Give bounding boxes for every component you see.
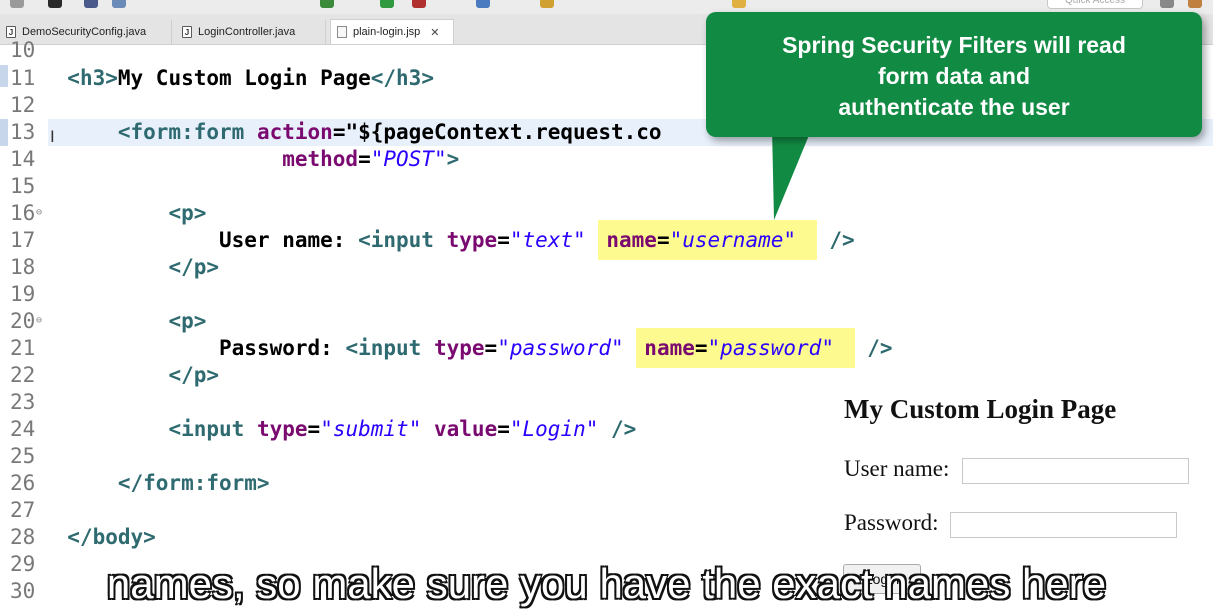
- code-line: 21 Password: <input type="password" name…: [10, 328, 893, 368]
- code-line: 24 <input type="submit" value="Login" />: [10, 417, 637, 441]
- annotation-callout: Spring Security Filters will read form d…: [706, 12, 1202, 137]
- code-line: 25: [10, 444, 36, 468]
- code-line: 13 <form:form action="${pageContext.requ…: [10, 120, 662, 144]
- change-marker: [0, 119, 8, 146]
- code-line: 17 User name: <input type="text" name="u…: [10, 220, 855, 260]
- tab-plain-login-jsp[interactable]: plain-login.jsp ✕: [330, 19, 454, 44]
- search-icon[interactable]: [112, 0, 126, 8]
- tab-label: LoginController.java: [198, 26, 296, 38]
- text-cursor-icon: I: [50, 127, 55, 146]
- debug-icon[interactable]: [320, 0, 334, 8]
- callout-text: Spring Security Filters will read form d…: [782, 32, 1126, 120]
- code-line: 12: [10, 93, 36, 117]
- save-icon[interactable]: [84, 0, 98, 8]
- code-line: 27: [10, 498, 36, 522]
- preview-title: My Custom Login Page: [844, 394, 1117, 424]
- perspective-icon[interactable]: [1160, 0, 1174, 8]
- code-line: 28 </body>: [10, 525, 156, 549]
- fold-toggle-icon[interactable]: ⊖: [36, 207, 42, 218]
- code-line: 14 method="POST">: [10, 147, 460, 171]
- highlight-password-name: name="password": [636, 328, 855, 368]
- close-tab-icon[interactable]: ✕: [430, 26, 439, 39]
- code-line: 23: [10, 390, 36, 414]
- fold-toggle-icon[interactable]: ⊖: [36, 315, 42, 326]
- change-marker: [0, 65, 8, 87]
- server-icon[interactable]: [412, 0, 426, 8]
- username-label: User name:: [844, 456, 950, 481]
- jsp-file-icon: [337, 26, 347, 38]
- tab-label: plain-login.jsp: [353, 26, 421, 38]
- code-line: 22 </p>: [10, 363, 220, 387]
- quick-access-input[interactable]: Quick Access: [1047, 0, 1143, 9]
- code-line: 11 <h3>My Custom Login Page</h3>: [10, 66, 434, 90]
- java-perspective-icon[interactable]: [1188, 0, 1202, 8]
- password-input[interactable]: [950, 512, 1177, 538]
- code-line: 26 </form:form>: [10, 471, 270, 495]
- folder-icon[interactable]: [540, 0, 554, 8]
- toolbar-icon[interactable]: [10, 0, 24, 8]
- run-icon[interactable]: [380, 0, 394, 8]
- username-input[interactable]: [962, 458, 1189, 484]
- toolbar-icon[interactable]: [48, 0, 62, 8]
- globe-icon[interactable]: [476, 0, 490, 8]
- code-line: 15: [10, 174, 36, 198]
- code-line: 10: [10, 38, 36, 62]
- arrow-icon[interactable]: [732, 0, 746, 8]
- password-label: Password:: [844, 510, 939, 535]
- java-file-icon: J: [182, 26, 192, 38]
- code-line: 19: [10, 282, 36, 306]
- tab-login-controller[interactable]: J LoginController.java: [176, 20, 326, 44]
- code-line: 18 </p>: [10, 255, 220, 279]
- video-subtitle: names, so make sure you have the exact n…: [106, 559, 1107, 608]
